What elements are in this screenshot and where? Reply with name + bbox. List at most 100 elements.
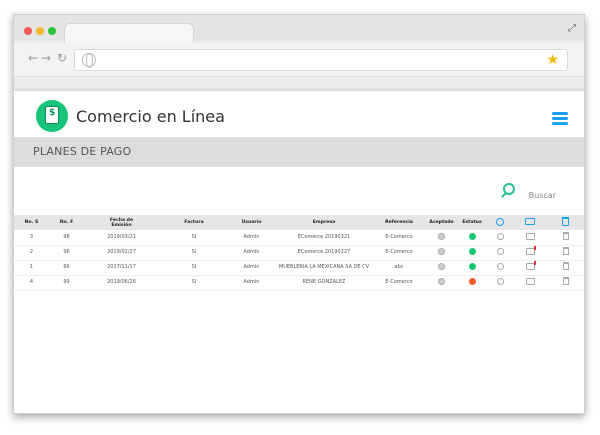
cell-factura: SI (159, 230, 229, 246)
cell-fecha: 2017/11/17 (84, 260, 159, 276)
cell-usuario: Admin (229, 260, 274, 276)
send-mail-icon[interactable] (525, 260, 536, 270)
cell-mail (515, 275, 545, 291)
search-label[interactable]: Buscar (529, 191, 556, 200)
app-logo[interactable] (36, 100, 68, 132)
header-fecha[interactable]: Fecha de Emisión (84, 215, 159, 230)
header-aceptado[interactable]: Aceptado (424, 215, 459, 230)
delete-trash-icon[interactable] (562, 277, 569, 286)
cell-estatus (459, 245, 485, 261)
accepted-icon (438, 232, 445, 240)
cell-referencia: abc (374, 260, 424, 276)
cell-aceptado (424, 230, 459, 246)
fullscreen-icon[interactable]: ⤢ (568, 23, 576, 34)
cell-aceptado (424, 260, 459, 276)
cell-usuario: Admin (229, 230, 274, 246)
hamburger-menu-icon[interactable] (552, 112, 568, 126)
cell-view (485, 275, 515, 291)
browser-tabbar: ⤢ (14, 15, 584, 43)
trash-icon (562, 217, 569, 226)
cell-empresa: EComerce 20190227 (274, 245, 374, 261)
payment-plans-table: No. S No. F Fecha de Emisión Factura Usu… (14, 215, 584, 291)
cell-factura: SI (159, 260, 229, 276)
section-title: PLANES DE PAGO (33, 145, 132, 158)
send-mail-icon[interactable] (525, 277, 535, 285)
cell-no-f: 98 (49, 230, 84, 246)
address-bar[interactable]: ★ (74, 49, 568, 71)
search-icon[interactable] (502, 183, 515, 195)
cell-empresa: EComerce 20190321 (274, 230, 374, 246)
cell-fecha: 2019/06/26 (84, 275, 159, 291)
header-factura[interactable]: Factura (159, 215, 229, 230)
cell-mail (515, 260, 545, 276)
back-arrow-icon[interactable]: ← (28, 51, 38, 65)
header-estatus[interactable]: Estatus (459, 215, 485, 230)
cell-empresa: MUEBLERIA LA MEXICANA SA DE CV (274, 260, 374, 276)
minimize-window-button[interactable] (36, 27, 44, 35)
cell-no-f: 96 (49, 245, 84, 261)
cell-delete (545, 230, 584, 246)
view-search-icon[interactable] (496, 247, 504, 255)
cell-estatus (459, 275, 485, 291)
table-header-row: No. S No. F Fecha de Emisión Factura Usu… (14, 215, 584, 230)
cell-delete (545, 260, 584, 276)
header-search-col (485, 215, 515, 230)
status-dot (468, 247, 476, 255)
cell-estatus (459, 260, 485, 276)
cell-delete (545, 245, 584, 261)
header-no-f[interactable]: No. F (49, 215, 84, 230)
table-row[interactable]: 4 99 2019/06/26 SI Admin RENE GONZALEZ E… (14, 275, 584, 291)
delete-trash-icon[interactable] (562, 262, 569, 271)
cell-no-s: 3 (14, 230, 49, 246)
header-no-s[interactable]: No. S (14, 215, 49, 230)
table-row[interactable]: 3 98 2019/03/21 SI Admin EComerce 201903… (14, 230, 584, 246)
cell-aceptado (424, 245, 459, 261)
page-viewport: Comercio en Línea PLANES DE PAGO Buscar (14, 91, 584, 413)
app-header: Comercio en Línea (14, 91, 584, 137)
bookmark-star-icon[interactable]: ★ (546, 51, 559, 69)
cell-no-s: 1 (14, 260, 49, 276)
header-usuario[interactable]: Usuario (229, 215, 274, 230)
cell-estatus (459, 230, 485, 246)
browser-navbar: ← → ↻ ★ (14, 43, 584, 77)
header-mail-col (515, 215, 545, 230)
cell-view (485, 230, 515, 246)
cell-no-f: 99 (49, 275, 84, 291)
header-delete-col (545, 215, 584, 230)
cell-no-f: 66 (49, 260, 84, 276)
cell-mail (515, 230, 545, 246)
cell-delete (545, 275, 584, 291)
send-mail-icon[interactable] (525, 245, 536, 255)
table-row[interactable]: 2 96 2019/02/27 SI Admin EComerce 201902… (14, 245, 584, 261)
reload-icon[interactable]: ↻ (57, 51, 67, 65)
maximize-window-button[interactable] (48, 27, 56, 35)
globe-icon (82, 53, 96, 68)
view-search-icon[interactable] (496, 277, 504, 285)
cell-aceptado (424, 275, 459, 291)
table-row[interactable]: 1 66 2017/11/17 SI Admin MUEBLERIA LA ME… (14, 260, 584, 276)
app-title: Comercio en Línea (76, 107, 225, 126)
view-search-icon[interactable] (496, 232, 504, 240)
browser-window: ⤢ ← → ↻ ★ Comercio en Línea PLANES DE PA… (13, 14, 585, 414)
cell-mail (515, 245, 545, 261)
cell-fecha: 2019/02/27 (84, 245, 159, 261)
view-search-icon[interactable] (496, 262, 504, 270)
cell-usuario: Admin (229, 275, 274, 291)
delete-trash-icon[interactable] (562, 232, 569, 240)
status-dot (468, 262, 476, 270)
search-icon (496, 217, 504, 226)
accepted-icon (438, 247, 445, 255)
cell-referencia: E-Comerco (374, 230, 424, 246)
browser-tab[interactable] (64, 23, 194, 43)
send-mail-icon[interactable] (525, 232, 535, 240)
header-empresa[interactable]: Empresa (274, 215, 374, 230)
status-dot (468, 232, 476, 240)
header-referencia[interactable]: Referencia (374, 215, 424, 230)
delete-trash-icon[interactable] (562, 247, 569, 256)
cell-view (485, 245, 515, 261)
close-window-button[interactable] (24, 27, 32, 35)
cell-factura: SI (159, 275, 229, 291)
forward-arrow-icon[interactable]: → (41, 51, 51, 65)
cell-factura: SI (159, 245, 229, 261)
search-control[interactable]: Buscar (502, 183, 556, 200)
